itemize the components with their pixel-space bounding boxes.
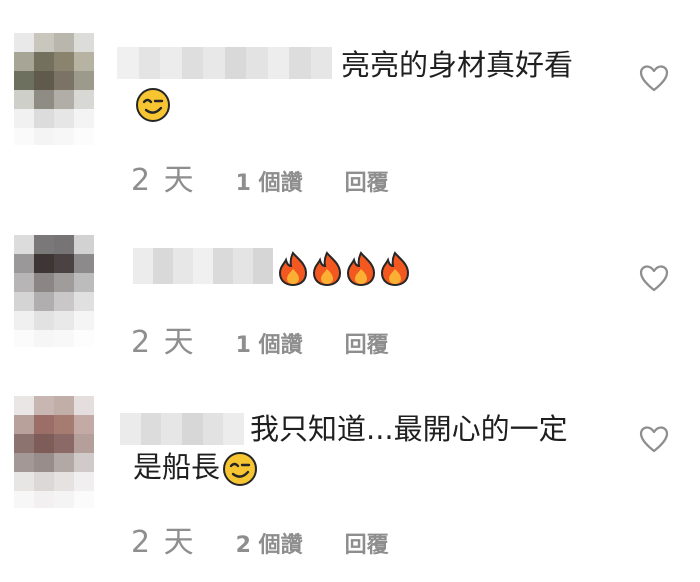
fire-emoji (312, 251, 342, 287)
comment-text-line2: 是船長 (133, 448, 258, 487)
reply-button[interactable]: 回覆 (345, 327, 389, 359)
heart-outline-icon[interactable] (638, 424, 670, 454)
reply-button[interactable]: 回覆 (345, 165, 389, 197)
username-blurred[interactable] (133, 248, 273, 284)
comment-text: 我只知道...最開心的一定 (250, 410, 568, 448)
winking-face-emoji (223, 452, 258, 486)
comment-time: 2 天 (131, 525, 196, 560)
comment-meta: 2 天 1 個讚 回覆 (131, 155, 389, 199)
avatar[interactable] (14, 235, 94, 347)
comment-meta: 2 天 1 個讚 回覆 (131, 317, 389, 361)
comment-meta: 2 天 2 個讚 回覆 (131, 517, 389, 561)
username-blurred[interactable] (120, 413, 244, 445)
heart-outline-icon[interactable] (638, 63, 670, 93)
heart-outline-icon[interactable] (638, 263, 670, 293)
likes-count-link[interactable]: 1 個讚 (236, 165, 303, 197)
comment-3: 我只知道...最開心的一定 是船長 2 天 2 個讚 回覆 (0, 380, 700, 582)
comment-time: 2 天 (131, 325, 196, 360)
comment-body-continued: 是船長 (133, 450, 221, 484)
reply-button[interactable]: 回覆 (345, 527, 389, 559)
comment-1: 亮亮的身材真好看 2 天 1 個讚 回覆 (0, 0, 700, 200)
likes-count-link[interactable]: 1 個讚 (236, 327, 303, 359)
comment-emoji-line (133, 84, 171, 123)
comment-time: 2 天 (131, 163, 196, 198)
comment-body: 亮亮的身材真好看 (341, 48, 574, 82)
fire-emoji (380, 251, 410, 287)
likes-count-link[interactable]: 2 個讚 (236, 527, 303, 559)
username-blurred[interactable] (117, 47, 332, 79)
comment-text (276, 248, 412, 287)
comment-text: 亮亮的身材真好看 (341, 46, 573, 84)
comment-body: 我只知道...最開心的一定 (250, 412, 568, 446)
fire-emoji (278, 251, 308, 287)
winking-face-emoji (136, 88, 170, 122)
avatar[interactable] (14, 33, 94, 145)
avatar[interactable] (14, 396, 94, 508)
fire-emoji (346, 251, 376, 287)
comment-2: 2 天 1 個讚 回覆 (0, 200, 700, 380)
